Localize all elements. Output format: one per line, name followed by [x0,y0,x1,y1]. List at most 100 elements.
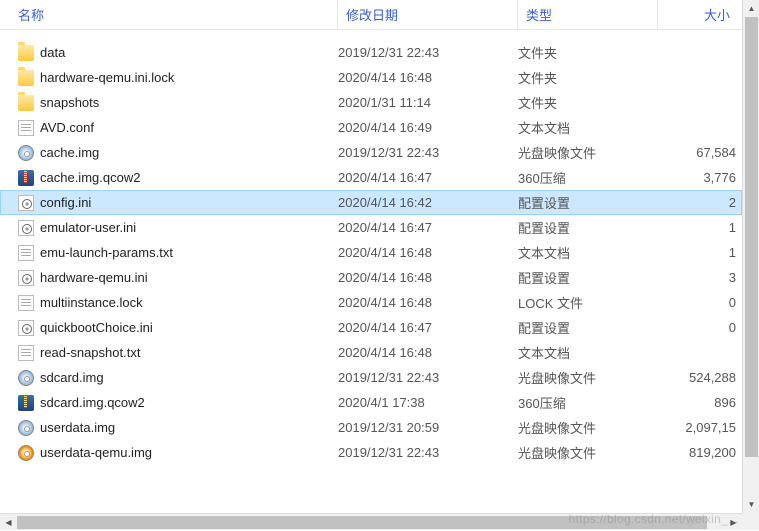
column-header-name[interactable]: 名称 [0,0,338,29]
file-type-cell: 光盘映像文件 [518,143,658,162]
file-explorer-list: 名称 修改日期 类型 大小 data2019/12/31 22:43文件夹har… [0,0,742,530]
file-name-label: multiinstance.lock [40,295,143,310]
file-type-cell: 文本文档 [518,118,658,137]
file-size-cell: 67,584 [658,145,736,160]
file-name-label: read-snapshot.txt [40,345,140,360]
file-size-cell: 1 [658,245,736,260]
file-name-label: userdata-qemu.img [40,445,152,460]
file-row[interactable]: snapshots2020/1/31 11:14文件夹 [0,90,742,115]
file-row[interactable]: userdata.img2019/12/31 20:59光盘映像文件2,097,… [0,415,742,440]
file-row[interactable]: hardware-qemu.ini.lock2020/4/14 16:48文件夹 [0,65,742,90]
file-type-cell: 文件夹 [518,68,658,87]
file-name-label: sdcard.img.qcow2 [40,395,145,410]
file-row[interactable]: cache.img.qcow22020/4/14 16:47360压缩3,776 [0,165,742,190]
file-row[interactable]: sdcard.img.qcow2 2020/4/1 17:38360压缩896 [0,390,742,415]
disc-icon [18,370,34,386]
file-name-cell: hardware-qemu.ini [18,270,338,286]
file-row[interactable]: emu-launch-params.txt 2020/4/14 16:48文本文档… [0,240,742,265]
file-name-cell: sdcard.img [18,370,338,386]
file-date-cell: 2020/4/14 16:48 [338,70,518,85]
file-type-cell: 360压缩 [518,393,658,412]
file-name-cell: sdcard.img.qcow2 [18,395,338,411]
file-name-label: emulator-user.ini [40,220,136,235]
file-size-cell: 1 [658,220,736,235]
file-row[interactable]: quickbootChoice.ini2020/4/14 16:47配置设置0 [0,315,742,340]
file-date-cell: 2019/12/31 22:43 [338,145,518,160]
file-name-cell: userdata.img [18,420,338,436]
file-name-cell: multiinstance.lock [18,295,338,311]
file-date-cell: 2019/12/31 20:59 [338,420,518,435]
column-header-date[interactable]: 修改日期 [338,0,518,29]
txtdoc-icon [18,295,34,311]
file-size-cell: 3,776 [658,170,736,185]
file-name-cell: snapshots [18,95,338,111]
file-type-cell: 文本文档 [518,243,658,262]
file-date-cell: 2020/4/14 16:48 [338,345,518,360]
file-date-cell: 2020/4/14 16:47 [338,170,518,185]
file-date-cell: 2020/1/31 11:14 [338,95,518,110]
file-name-label: snapshots [40,95,99,110]
file-type-cell: 光盘映像文件 [518,368,658,387]
column-header-row: 名称 修改日期 类型 大小 [0,0,742,30]
file-size-cell: 896 [658,395,736,410]
file-date-cell: 2020/4/14 16:42 [338,195,518,210]
file-row[interactable]: emulator-user.ini 2020/4/14 16:47配置设置1 [0,215,742,240]
file-date-cell: 2020/4/1 17:38 [338,395,518,410]
file-size-cell: 2,097,15 [658,420,736,435]
ini-icon [18,270,34,286]
file-name-cell: userdata-qemu.img [18,445,338,461]
file-row[interactable]: cache.img2019/12/31 22:43光盘映像文件67,584 [0,140,742,165]
archive-icon [18,170,34,186]
file-type-cell: 光盘映像文件 [518,418,658,437]
file-type-cell: 配置设置 [518,193,658,212]
file-type-cell: 配置设置 [518,218,658,237]
file-date-cell: 2020/4/14 16:47 [338,220,518,235]
file-name-label: emu-launch-params.txt [40,245,173,260]
file-date-cell: 2019/12/31 22:43 [338,370,518,385]
scroll-up-arrow-icon[interactable]: ▲ [743,0,759,17]
horizontal-scroll-thumb[interactable] [17,516,707,529]
ini-icon [18,220,34,236]
file-type-cell: LOCK 文件 [518,293,658,312]
disc-orange-icon [18,445,34,461]
file-name-label: hardware-qemu.ini [40,270,148,285]
vertical-scroll-thumb[interactable] [745,17,758,457]
txtdoc-icon [18,245,34,261]
file-row[interactable]: AVD.conf2020/4/14 16:49文本文档 [0,115,742,140]
scrollbar-corner [742,513,759,530]
file-row[interactable]: hardware-qemu.ini2020/4/14 16:48配置设置3 [0,265,742,290]
file-row[interactable]: config.ini2020/4/14 16:42配置设置2 [0,190,742,215]
archive-icon [18,395,34,411]
txtdoc-icon [18,120,34,136]
file-size-cell: 819,200 [658,445,736,460]
scroll-down-arrow-icon[interactable]: ▼ [743,496,759,513]
file-row[interactable]: read-snapshot.txt2020/4/14 16:48文本文档 [0,340,742,365]
file-name-label: AVD.conf [40,120,94,135]
column-header-type[interactable]: 类型 [518,0,658,29]
folder-icon [18,95,34,111]
horizontal-scrollbar[interactable]: ◀ ▶ [0,513,742,530]
scroll-left-arrow-icon[interactable]: ◀ [0,514,17,531]
file-name-cell: cache.img [18,145,338,161]
file-size-cell: 0 [658,295,736,310]
file-row[interactable]: multiinstance.lock2020/4/14 16:48LOCK 文件… [0,290,742,315]
scroll-right-arrow-icon[interactable]: ▶ [725,514,742,531]
file-name-cell: read-snapshot.txt [18,345,338,361]
file-row[interactable]: data2019/12/31 22:43文件夹 [0,40,742,65]
file-type-cell: 360压缩 [518,168,658,187]
file-type-cell: 配置设置 [518,318,658,337]
folder-icon [18,45,34,61]
vertical-scrollbar[interactable]: ▲ ▼ [742,0,759,513]
file-row[interactable]: userdata-qemu.img 2019/12/31 22:43光盘映像文件8… [0,440,742,465]
file-name-label: quickbootChoice.ini [40,320,153,335]
file-row[interactable]: sdcard.img2019/12/31 22:43光盘映像文件524,288 [0,365,742,390]
file-date-cell: 2019/12/31 22:43 [338,445,518,460]
file-date-cell: 2020/4/14 16:48 [338,245,518,260]
column-header-size[interactable]: 大小 [658,0,738,29]
file-name-cell: emu-launch-params.txt [18,245,338,261]
file-type-cell: 光盘映像文件 [518,443,658,462]
file-name-cell: emulator-user.ini [18,220,338,236]
txtdoc-icon [18,345,34,361]
file-name-cell: hardware-qemu.ini.lock [18,70,338,86]
ini-icon [18,320,34,336]
